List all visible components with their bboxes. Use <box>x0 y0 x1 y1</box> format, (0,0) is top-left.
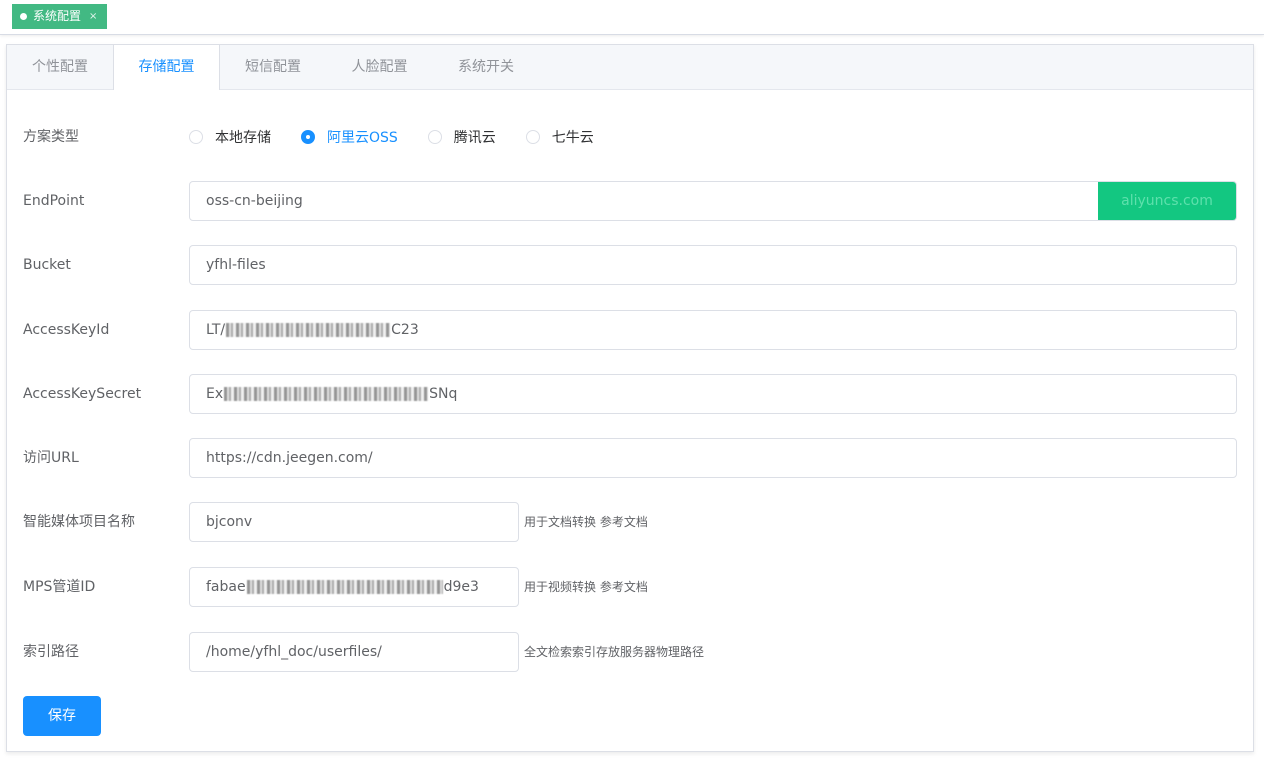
radio-label: 腾讯云 <box>453 130 496 146</box>
tab-storage[interactable]: 存储配置 <box>113 45 220 90</box>
access-key-secret-value: Ex SNq <box>206 375 457 413</box>
media-project-input[interactable]: bjconv <box>189 502 519 542</box>
index-path-value: /home/yfhl_doc/userfiles/ <box>206 644 382 660</box>
media-project-hint: 用于文档转换 参考文档 <box>524 515 648 529</box>
access-key-secret-label: AccessKeySecret <box>23 386 142 402</box>
bucket-label: Bucket <box>23 257 71 273</box>
index-path-input[interactable]: /home/yfhl_doc/userfiles/ <box>189 632 519 672</box>
radio-checked-icon <box>301 130 315 144</box>
mps-pipeline-value: fabae d9e3 <box>206 568 479 606</box>
config-card: 个性配置 存储配置 短信配置 人脸配置 系统开关 方案类型 本地存储 阿里云OS… <box>6 44 1254 752</box>
access-key-id-input[interactable]: LT/C23 <box>189 310 1237 350</box>
config-tabs: 个性配置 存储配置 短信配置 人脸配置 系统开关 <box>7 45 1253 90</box>
tag-system-config[interactable]: 系统配置 × <box>12 4 108 29</box>
radio-aliyun-oss[interactable]: 阿里云OSS <box>301 127 398 147</box>
radio-circle-icon <box>525 130 540 144</box>
index-path-hint: 全文检索索引存放服务器物理路径 <box>524 645 705 659</box>
tag-label: 系统配置 <box>33 9 82 23</box>
index-path-label: 索引路径 <box>23 644 79 660</box>
access-url-label: 访问URL <box>23 450 79 466</box>
value-start: fabae <box>206 579 246 595</box>
access-key-id-row: AccessKeyId LT/C23 <box>23 310 1237 350</box>
radio-label: 阿里云OSS <box>327 130 398 146</box>
save-button[interactable]: 保存 <box>23 696 101 736</box>
access-key-secret-row: AccessKeySecret Ex SNq <box>23 374 1237 414</box>
radio-local[interactable]: 本地存储 <box>189 127 271 147</box>
mps-pipeline-label: MPS管道ID <box>23 579 96 595</box>
access-url-row: 访问URL https://cdn.jeegen.com/ <box>23 438 1237 478</box>
access-url-input[interactable]: https://cdn.jeegen.com/ <box>189 438 1237 478</box>
bucket-row: Bucket yfhl-files <box>23 245 1237 285</box>
index-path-row: 索引路径 /home/yfhl_doc/userfiles/ 全文检索索引存放服… <box>23 632 1237 672</box>
radio-circle-icon <box>189 130 203 144</box>
scheme-radio-group: 本地存储 阿里云OSS 腾讯云 七牛云 <box>189 117 624 157</box>
scheme-label: 方案类型 <box>23 129 79 145</box>
mps-pipeline-input[interactable]: fabae d9e3 <box>189 567 519 607</box>
active-dot-icon <box>20 13 27 20</box>
endpoint-append: aliyuncs.com <box>1098 182 1236 220</box>
endpoint-label: EndPoint <box>23 193 85 209</box>
bucket-input[interactable]: yfhl-files <box>189 245 1237 285</box>
redacted-blur <box>226 323 391 337</box>
bucket-value: yfhl-files <box>206 257 266 273</box>
value-end: d9e3 <box>443 579 479 595</box>
value-start: Ex <box>206 386 224 402</box>
radio-label: 七牛云 <box>551 130 594 146</box>
media-project-row: 智能媒体项目名称 bjconv 用于文档转换 参考文档 <box>23 502 1237 542</box>
value-end: SNq <box>429 386 458 402</box>
radio-qiniu[interactable]: 七牛云 <box>525 127 594 147</box>
close-icon[interactable]: × <box>89 4 97 29</box>
radio-tencent[interactable]: 腾讯云 <box>427 127 496 147</box>
tab-face[interactable]: 人脸配置 <box>326 45 433 89</box>
tags-view-bar: 系统配置 × <box>0 0 1264 35</box>
access-key-id-label: AccessKeyId <box>23 322 110 338</box>
radio-circle-icon <box>427 130 442 144</box>
tab-sms[interactable]: 短信配置 <box>220 45 326 89</box>
mps-pipeline-row: MPS管道ID fabae d9e3 用于视频转换 参考文档 <box>23 567 1237 607</box>
access-key-id-value: LT/C23 <box>206 311 419 349</box>
scheme-row: 方案类型 本地存储 阿里云OSS 腾讯云 七牛云 <box>23 117 1237 157</box>
tab-personal[interactable]: 个性配置 <box>7 45 113 89</box>
tab-system-switch[interactable]: 系统开关 <box>433 45 539 89</box>
access-url-value: https://cdn.jeegen.com/ <box>206 450 373 466</box>
access-key-secret-input[interactable]: Ex SNq <box>189 374 1237 414</box>
value-start: LT/ <box>206 322 226 338</box>
media-project-label: 智能媒体项目名称 <box>23 514 135 530</box>
media-project-value: bjconv <box>206 514 253 530</box>
mps-pipeline-hint: 用于视频转换 参考文档 <box>524 580 648 594</box>
endpoint-value: oss-cn-beijing <box>206 193 303 209</box>
redacted-blur <box>224 387 429 401</box>
endpoint-input[interactable]: oss-cn-beijing aliyuncs.com <box>189 181 1237 221</box>
redacted-blur <box>246 580 443 594</box>
value-end: C23 <box>391 322 419 338</box>
radio-label: 本地存储 <box>215 130 271 146</box>
endpoint-row: EndPoint oss-cn-beijing aliyuncs.com <box>23 181 1237 221</box>
